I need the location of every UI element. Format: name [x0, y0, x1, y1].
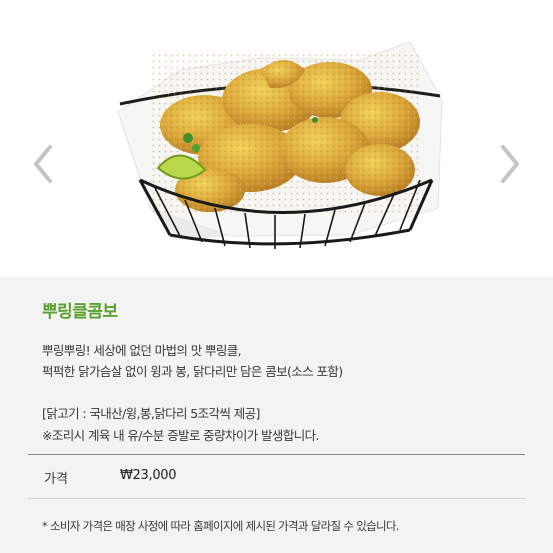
chevron-left-icon [34, 145, 52, 183]
price-value: ₩23,000 [120, 468, 177, 483]
price-label: 가격 [44, 472, 68, 487]
product-origin-info: [닭고기 : 국내산/윙,봉,닭다리 5조각씩 제공] [42, 406, 260, 421]
product-weight-note: ※조리시 계육 내 유/수분 증발로 중량차이가 발생합니다. [42, 428, 320, 443]
carousel-prev-button[interactable] [28, 140, 58, 188]
divider [28, 498, 525, 499]
chevron-right-icon [501, 145, 519, 183]
chicken-basket-photo [110, 30, 450, 255]
carousel-next-button[interactable] [495, 140, 525, 188]
product-image-carousel [0, 0, 553, 277]
divider [28, 454, 525, 455]
product-title: 뿌링클콤보 [42, 302, 118, 322]
price-notice: * 소비자 가격은 매장 사정에 따라 홈페이지에 제시된 가격과 달라질 수 … [42, 519, 399, 533]
product-description-line: 퍽퍽한 닭가슴살 없이 윙과 봉, 닭다리만 담은 콤보(소스 포함) [42, 364, 343, 379]
product-description-line: 뿌링뿌링! 세상에 없던 마법의 맛 뿌링클, [42, 343, 242, 358]
